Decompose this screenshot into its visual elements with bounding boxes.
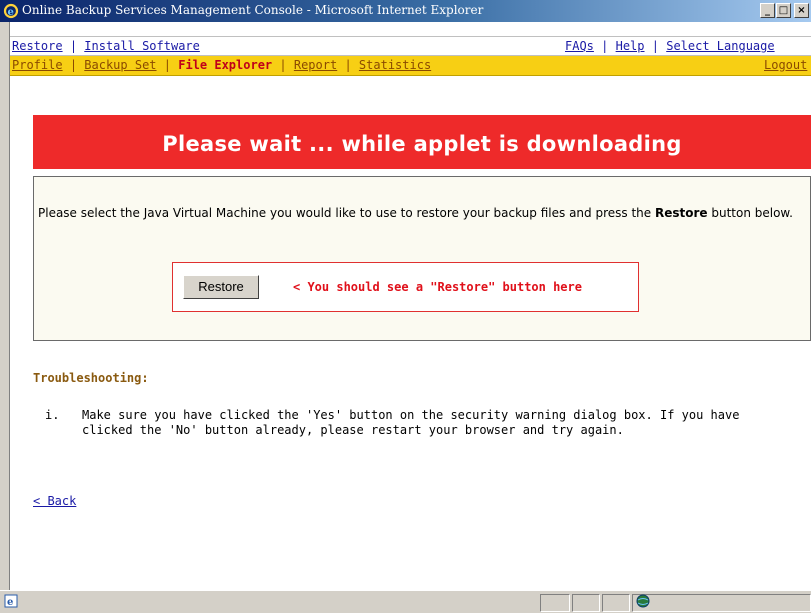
- instruction-bold: Restore: [654, 206, 708, 220]
- tab-backup-set[interactable]: Backup Set: [84, 58, 156, 72]
- top-nav-left: Restore | Install Software: [12, 39, 200, 53]
- applet-panel: Please select the Java Virtual Machine y…: [33, 176, 811, 341]
- nav-separator: |: [69, 58, 78, 72]
- nav-restore-link[interactable]: Restore: [12, 39, 63, 53]
- tab-report[interactable]: Report: [294, 58, 337, 72]
- top-nav-right: FAQs | Help | Select Language: [565, 39, 775, 53]
- instruction-post: button below.: [707, 206, 793, 220]
- status-bar: e: [0, 590, 811, 613]
- tab-file-explorer[interactable]: File Explorer: [178, 58, 272, 72]
- nav-separator: |: [163, 58, 171, 72]
- status-zone-panel: [632, 594, 811, 612]
- svg-text:e: e: [8, 7, 14, 18]
- window-title: Online Backup Services Management Consol…: [22, 3, 484, 17]
- nav-faqs-link[interactable]: FAQs: [565, 39, 594, 53]
- troubleshooting-heading: Troubleshooting:: [33, 371, 149, 385]
- main-nav-items: Profile | Backup Set | File Explorer | R…: [12, 58, 431, 72]
- top-nav: Restore | Install Software FAQs | Help |…: [10, 36, 811, 56]
- internet-globe-icon: [636, 594, 650, 608]
- troubleshooting-item-number: i.: [45, 408, 60, 422]
- ie-page-icon: e: [4, 594, 18, 608]
- tab-profile[interactable]: Profile: [12, 58, 63, 72]
- restore-hint: < You should see a "Restore" button here: [293, 280, 582, 294]
- ie-icon: e: [3, 3, 19, 19]
- loading-banner: Please wait ... while applet is download…: [33, 115, 811, 169]
- instruction-pre: Please select the Java Virtual Machine y…: [38, 206, 652, 220]
- restore-applet-frame: Restore < You should see a "Restore" but…: [172, 262, 639, 312]
- nav-separator: |: [279, 58, 287, 72]
- tab-statistics[interactable]: Statistics: [359, 58, 431, 72]
- window-title-bar: e Online Backup Services Management Cons…: [0, 0, 811, 22]
- nav-install-software-link[interactable]: Install Software: [84, 39, 200, 53]
- close-button[interactable]: ×: [794, 3, 809, 18]
- minimize-button[interactable]: _: [760, 3, 775, 18]
- maximize-button[interactable]: □: [776, 3, 791, 18]
- nav-help-link[interactable]: Help: [616, 39, 645, 53]
- nav-separator: |: [651, 39, 659, 53]
- instruction-text: Please select the Java Virtual Machine y…: [38, 206, 808, 221]
- nav-select-language-link[interactable]: Select Language: [666, 39, 774, 53]
- back-link[interactable]: < Back: [33, 494, 76, 508]
- svg-text:e: e: [7, 597, 13, 608]
- status-panel: [572, 594, 600, 612]
- troubleshooting-item-text: Make sure you have clicked the 'Yes' but…: [82, 408, 740, 437]
- logout-wrapper: Logout: [764, 58, 807, 72]
- main-nav: Profile | Backup Set | File Explorer | R…: [10, 56, 811, 76]
- window-left-frame: [0, 22, 10, 590]
- logout-link[interactable]: Logout: [764, 58, 807, 72]
- nav-separator: |: [69, 39, 78, 53]
- status-panel: [602, 594, 630, 612]
- nav-separator: |: [344, 58, 352, 72]
- status-panel: [540, 594, 570, 612]
- nav-separator: |: [601, 39, 609, 53]
- restore-button[interactable]: Restore: [183, 275, 259, 299]
